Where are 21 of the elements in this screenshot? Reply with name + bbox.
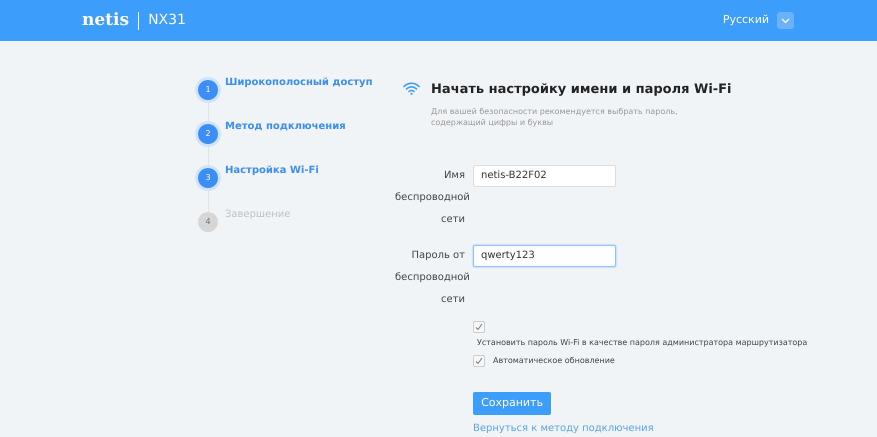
language-dropdown[interactable] [777,12,794,29]
step-number: 1 [198,80,218,100]
checkbox[interactable] [473,354,485,366]
step-number: 3 [198,168,218,188]
step-label: Настройка Wi-Fi [225,164,319,178]
form-title: Начать настройку имени и пароля Wi-Fi [431,81,732,99]
wifi-icon [403,82,420,95]
hint-text: Для вашей безопасности рекомендуется выбрать пароль, содержащий цифры и буквы [431,106,679,128]
input-field[interactable]: netis-B22F02 [473,164,616,186]
caret-icon [781,18,790,24]
step-label: Широкополосный доступ [225,76,372,90]
option-label: Установить пароль Wi-Fi в качестве пароля администратора маршрутизатора [477,336,808,348]
option-label: Автоматическое обновление [493,354,615,366]
step-number: 2 [198,124,218,144]
input-field[interactable]: qwerty123 [473,244,616,266]
language-label: Русский [722,12,769,28]
step-label: Метод подключения [225,120,346,134]
model-name: NX31 [148,11,186,30]
step-number: 4 [198,212,218,232]
brand-logo: netis [82,8,130,32]
checkbox[interactable] [473,320,485,332]
